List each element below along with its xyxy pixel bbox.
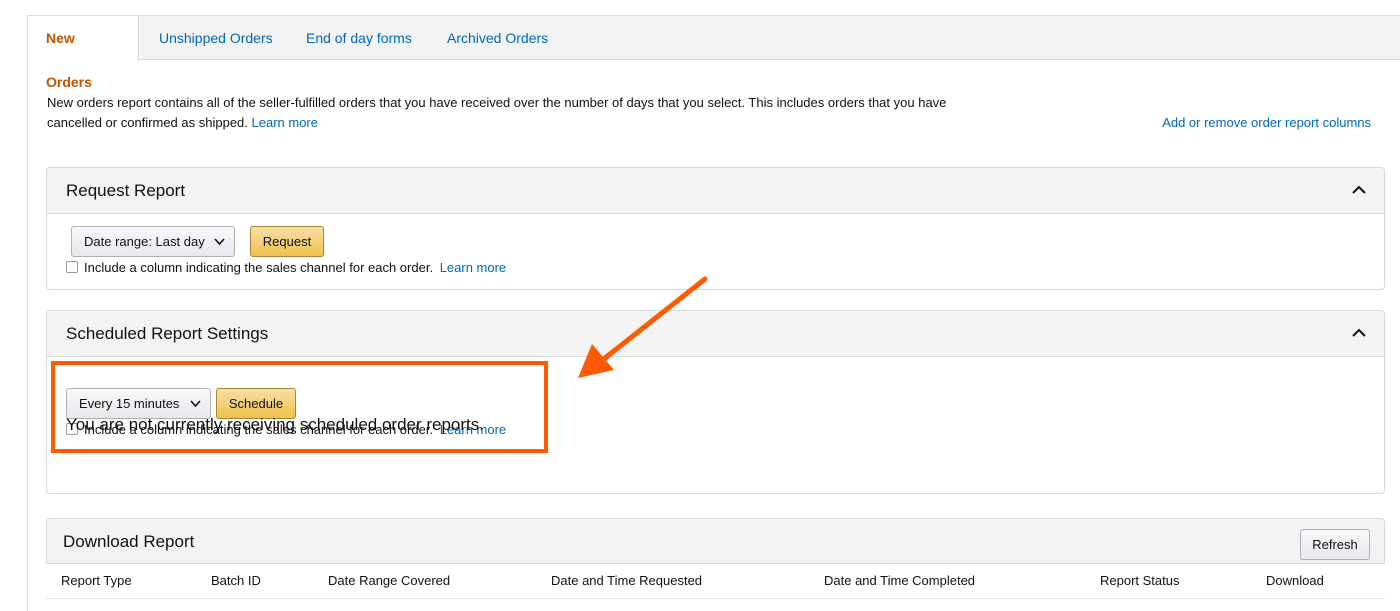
- column-header-date-range: Date Range Covered: [328, 573, 451, 588]
- date-range-value: Date range: Last day: [84, 234, 205, 249]
- column-header-batch-id: Batch ID: [211, 573, 261, 588]
- request-report-title: Request Report: [66, 181, 186, 200]
- refresh-button[interactable]: Refresh: [1300, 529, 1370, 560]
- column-header-date-requested: Date and Time Requested: [551, 573, 703, 588]
- request-learn-more-link[interactable]: Learn more: [440, 260, 506, 275]
- scheduled-report-title: Scheduled Report Settings: [66, 324, 269, 343]
- request-sales-channel-option: Include a column indicating the sales ch…: [66, 260, 506, 276]
- intro-description: New orders report contains all of the se…: [47, 95, 947, 130]
- add-remove-columns-link[interactable]: Add or remove order report columns: [1162, 113, 1371, 133]
- tab-new-orders[interactable]: New Orders: [28, 16, 139, 90]
- sales-channel-label: Include a column indicating the sales ch…: [84, 260, 434, 275]
- table-divider: [46, 598, 1385, 599]
- download-report-title: Download Report: [63, 532, 195, 551]
- collapse-chevron-up-icon[interactable]: [1352, 183, 1366, 197]
- tab-end-of-day-forms[interactable]: End of day forms: [306, 16, 412, 60]
- intro-learn-more-link[interactable]: Learn more: [252, 115, 318, 130]
- request-report-panel: Request Report Date range: Last day Requ…: [46, 167, 1385, 290]
- column-header-date-completed: Date and Time Completed: [824, 573, 976, 588]
- tab-archived-orders[interactable]: Archived Orders: [447, 16, 548, 60]
- annotation-highlight-box: [51, 361, 548, 453]
- date-range-select[interactable]: Date range: Last day: [71, 226, 235, 257]
- request-button[interactable]: Request: [250, 226, 324, 257]
- column-header-download: Download: [1266, 573, 1324, 588]
- download-report-header: Download Report Refresh: [46, 518, 1385, 564]
- intro-text: New orders report contains all of the se…: [47, 93, 947, 133]
- chevron-down-icon: [214, 238, 225, 246]
- scheduled-report-header: Scheduled Report Settings: [47, 311, 1384, 357]
- request-report-header: Request Report: [47, 168, 1384, 214]
- sales-channel-checkbox[interactable]: [66, 261, 78, 273]
- column-header-report-type: Report Type: [61, 573, 132, 588]
- annotation-arrow-icon: [578, 276, 708, 378]
- tab-bar: New Orders Unshipped Orders End of day f…: [28, 16, 1400, 90]
- tab-unshipped-orders[interactable]: Unshipped Orders: [159, 16, 273, 60]
- column-header-report-status: Report Status: [1100, 573, 1180, 588]
- collapse-chevron-up-icon[interactable]: [1352, 326, 1366, 340]
